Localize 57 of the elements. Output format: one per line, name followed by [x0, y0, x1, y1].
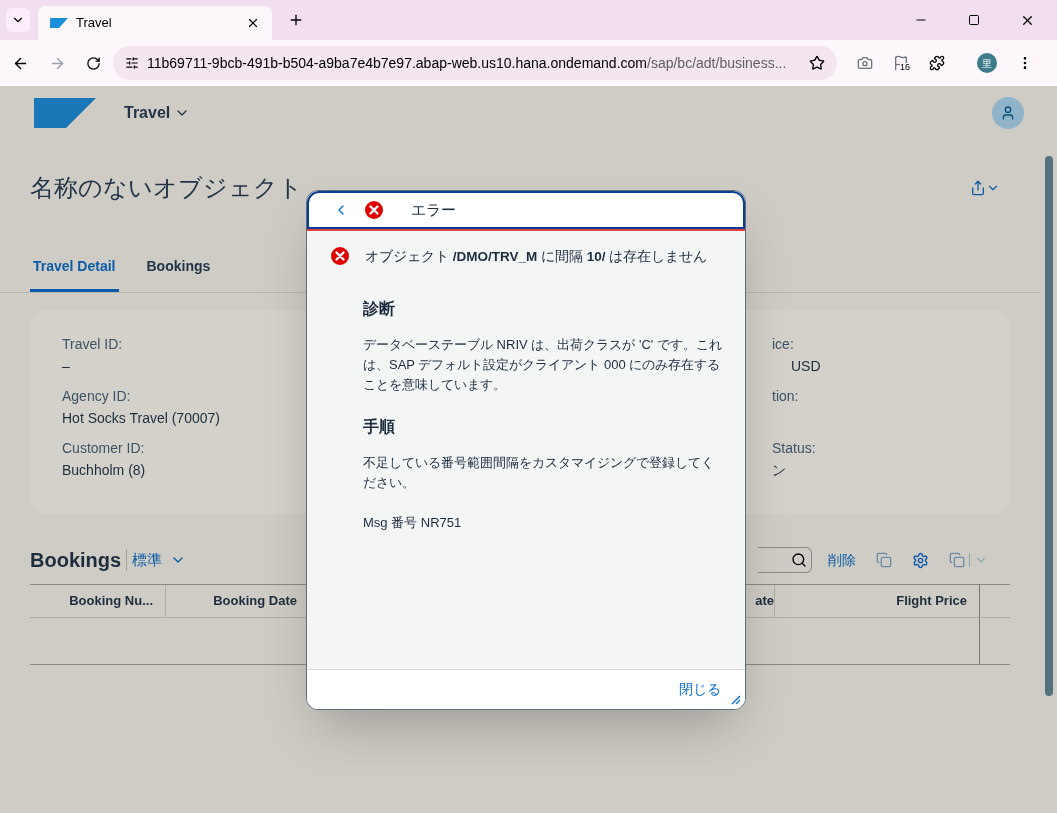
error-icon [331, 247, 349, 265]
close-icon[interactable] [246, 16, 260, 30]
extensions-icon[interactable] [929, 55, 945, 71]
field-value: ン [772, 461, 787, 480]
close-button[interactable]: 閉じる [679, 679, 721, 700]
section-text: データベーステーブル NRIV は、出荷クラスが 'C' です。これは、SAP デフォルト設定がクライアント 000 にのみ存在することを意味しています。 [363, 336, 723, 395]
error-message: オブジェクト /DMO/TRV_M に間隔 10/ は存在しません [365, 248, 708, 266]
search-icon[interactable] [791, 552, 807, 568]
field-value: USD [790, 357, 821, 376]
error-icon [365, 201, 383, 219]
address-bar[interactable]: 11b69711-9bcb-491b-b504-a9ba7e4b7e97.abap-web.us10.hana.ondemand.com/sap/bc/adt/business... [113, 46, 837, 80]
section-text: 不足している番号範囲間隔をカスタマイジングで登録してください。 [363, 454, 715, 493]
tab-list-button[interactable] [6, 8, 30, 32]
logo-icon [34, 98, 96, 128]
search-field[interactable] [758, 547, 812, 573]
column-header[interactable]: Booking Nu... [30, 585, 166, 617]
field-label: Travel ID: [62, 335, 124, 354]
tab[interactable]: Bookings [146, 256, 211, 292]
field-value: Buchholm (8) [62, 461, 147, 480]
section-title: Bookings [30, 548, 122, 573]
browser-tab[interactable]: Travel [38, 6, 272, 40]
tab-title: Travel [76, 14, 113, 33]
dialog-title: エラー [411, 199, 456, 220]
maximize-icon[interactable] [968, 14, 980, 26]
field-label: tion: [772, 387, 800, 406]
field-value: Hot Socks Travel (70007) [62, 409, 221, 428]
column-header[interactable]: Booking Date [166, 585, 305, 617]
share-icon[interactable] [970, 180, 1000, 196]
field-label: Agency ID: [62, 387, 132, 406]
settings-icon[interactable] [912, 551, 929, 569]
user-avatar[interactable] [992, 97, 1024, 129]
camera-icon[interactable] [857, 55, 873, 71]
new-tab-icon[interactable] [288, 12, 304, 28]
reload-icon[interactable] [86, 55, 101, 71]
field-label: Customer ID: [62, 439, 146, 458]
tab[interactable]: Travel Detail [30, 256, 119, 292]
field-label: Status: [772, 439, 817, 458]
flag-count: 16 [900, 63, 910, 72]
delete-button[interactable]: 削除 [828, 549, 856, 571]
profile-avatar[interactable]: 里 [977, 53, 997, 73]
app-title-menu[interactable]: Travel [124, 101, 191, 125]
message-number: Msg 番号 NR751 [363, 514, 463, 533]
column-header[interactable]: ate [751, 585, 775, 617]
section-heading: 手順 [363, 417, 396, 438]
resize-handle-icon[interactable] [731, 695, 741, 705]
column-header[interactable]: Flight Price [775, 585, 980, 617]
page-title: 名称のないオブジェクト [30, 173, 303, 204]
section-heading: 診断 [363, 299, 396, 320]
url-text: 11b69711-9bcb-491b-b504-a9ba7e4b7e97.abap-web.us10.hana.ondemand.com/sap/bc/adt/business... [147, 53, 787, 73]
site-info-icon[interactable] [125, 56, 139, 70]
variant-select[interactable]: 標準 [132, 548, 187, 572]
field-value: – [62, 357, 71, 376]
scrollbar[interactable] [1044, 156, 1053, 696]
flag-icon[interactable] [893, 55, 909, 71]
bookmark-icon[interactable] [809, 55, 825, 71]
logo-icon [50, 18, 68, 28]
field-label: ice: [772, 335, 795, 354]
